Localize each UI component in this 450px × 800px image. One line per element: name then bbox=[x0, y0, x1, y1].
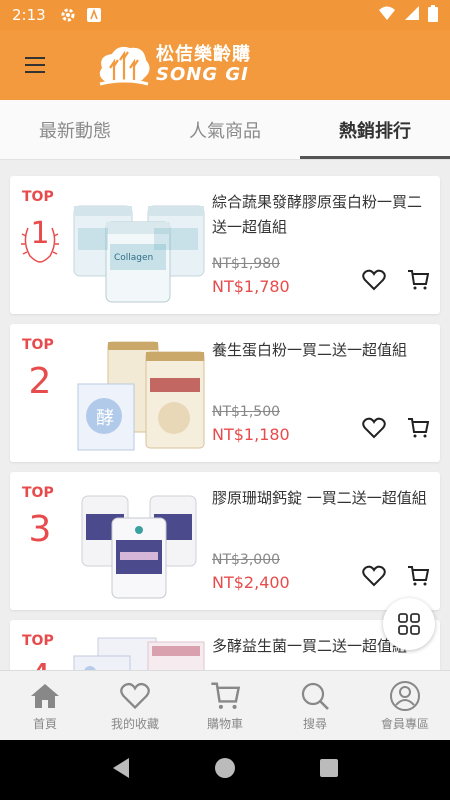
nav-cart[interactable]: 購物車 bbox=[180, 671, 270, 740]
category-tabs: 最新動態 人氣商品 熱銷排行 bbox=[0, 100, 450, 160]
battery-icon bbox=[428, 4, 438, 26]
rank-number: 4 bbox=[18, 656, 62, 670]
nav-member-label: 會員專區 bbox=[380, 717, 429, 731]
wifi-icon bbox=[378, 5, 396, 25]
product-card[interactable]: TOP 1 Collagen 綜合蔬果發酵膠原蛋白粉一買二送一超值組 NT$1,… bbox=[10, 176, 440, 314]
nav-favorites[interactable]: 我的收藏 bbox=[90, 671, 180, 740]
heart-icon bbox=[362, 565, 386, 587]
rank-top-label: TOP bbox=[22, 485, 54, 501]
recent-apps-icon[interactable] bbox=[319, 758, 339, 782]
original-price: NT$1,500 bbox=[212, 404, 281, 420]
heart-icon bbox=[362, 269, 386, 291]
sale-price: NT$2,400 bbox=[212, 573, 290, 592]
nav-favorites-label: 我的收藏 bbox=[110, 717, 159, 731]
rank-number: 3 bbox=[28, 509, 52, 550]
rank-top-label: TOP bbox=[22, 337, 54, 353]
home-circle-icon[interactable] bbox=[214, 757, 236, 783]
product-card[interactable]: TOP 4 多酵益生菌一買二送一超值組 bbox=[10, 620, 440, 670]
user-icon bbox=[388, 679, 422, 713]
add-to-favorites-button[interactable] bbox=[360, 266, 388, 294]
brand-name-english: SONG GI bbox=[156, 64, 249, 85]
tab-latest-news[interactable]: 最新動態 bbox=[0, 100, 150, 159]
rank-number: 2 bbox=[28, 361, 52, 402]
menu-icon bbox=[25, 57, 45, 73]
back-icon[interactable] bbox=[111, 757, 131, 783]
nav-search-label: 搜尋 bbox=[302, 717, 327, 731]
sale-price: NT$1,780 bbox=[212, 277, 290, 296]
tab-popular-products[interactable]: 人氣商品 bbox=[150, 100, 300, 159]
add-to-favorites-button[interactable] bbox=[360, 562, 388, 590]
nav-home-label: 首頁 bbox=[32, 717, 57, 731]
add-to-cart-button[interactable] bbox=[404, 414, 432, 442]
product-image-collagen[interactable]: Collagen bbox=[68, 184, 210, 306]
bottom-navigation: 首頁 我的收藏 購物車 搜尋 會員專區 bbox=[0, 670, 450, 740]
add-to-cart-button[interactable] bbox=[404, 266, 432, 294]
brand-logo[interactable]: 松佶樂齡購 SONG GI bbox=[96, 42, 251, 88]
heart-icon bbox=[118, 679, 152, 713]
cart-icon bbox=[408, 418, 429, 438]
signal-icon bbox=[404, 5, 420, 25]
tree-logo-icon bbox=[99, 46, 150, 86]
product-title[interactable]: 膠原珊瑚鈣錠 一買二送一超值組 bbox=[212, 486, 432, 511]
svg-text:酵: 酵 bbox=[96, 408, 114, 429]
system-navigation-bar bbox=[0, 740, 450, 800]
nav-member[interactable]: 會員專區 bbox=[360, 671, 450, 740]
nav-search[interactable]: 搜尋 bbox=[270, 671, 360, 740]
original-price: NT$1,980 bbox=[212, 256, 281, 272]
rank-number: 1 bbox=[30, 216, 50, 251]
app-header: 松佶樂齡購 SONG GI bbox=[0, 30, 450, 100]
status-time: 2:13 bbox=[12, 6, 46, 24]
hamburger-menu-button[interactable] bbox=[0, 30, 70, 100]
status-bar: 2:13 bbox=[0, 0, 450, 30]
product-title[interactable]: 綜合蔬果發酵膠原蛋白粉一買二送一超值組 bbox=[212, 190, 432, 240]
product-title[interactable]: 養生蛋白粉一買二送一超值組 bbox=[212, 338, 432, 363]
cart-icon bbox=[208, 679, 242, 713]
brand-name-chinese: 松佶樂齡購 bbox=[156, 44, 251, 65]
app-notification-icon bbox=[86, 7, 102, 23]
sale-price: NT$1,180 bbox=[212, 425, 290, 444]
product-card[interactable]: TOP 2 酵 養生蛋白粉一買二送一超值組 NT$1,500 NT$1,180 bbox=[10, 324, 440, 462]
search-icon bbox=[298, 679, 332, 713]
product-image-probiotic[interactable] bbox=[68, 628, 210, 670]
cart-icon bbox=[408, 270, 429, 290]
settings-gear-icon bbox=[60, 7, 76, 23]
product-image-protein[interactable]: 酵 bbox=[68, 332, 210, 454]
tab-best-sellers[interactable]: 熱銷排行 bbox=[300, 100, 450, 159]
rank-top-label: TOP bbox=[22, 189, 54, 205]
add-to-favorites-button[interactable] bbox=[360, 414, 388, 442]
grid-icon bbox=[398, 613, 420, 635]
nav-cart-label: 購物車 bbox=[206, 717, 243, 731]
product-list: TOP 1 Collagen 綜合蔬果發酵膠原蛋白粉一買二送一超值組 NT$1,… bbox=[0, 160, 450, 670]
heart-icon bbox=[362, 417, 386, 439]
cart-icon bbox=[408, 566, 429, 586]
nav-home[interactable]: 首頁 bbox=[0, 671, 90, 740]
home-icon bbox=[28, 679, 62, 713]
product-card[interactable]: TOP 3 膠原珊瑚鈣錠 一買二送一超值組 NT$3,000 NT$2,400 bbox=[10, 472, 440, 610]
product-image-calcium[interactable] bbox=[68, 480, 210, 602]
grid-view-button[interactable] bbox=[383, 598, 435, 650]
original-price: NT$3,000 bbox=[212, 552, 281, 568]
rank-top-label: TOP bbox=[22, 633, 54, 649]
add-to-cart-button[interactable] bbox=[404, 562, 432, 590]
svg-text:Collagen: Collagen bbox=[114, 253, 153, 263]
